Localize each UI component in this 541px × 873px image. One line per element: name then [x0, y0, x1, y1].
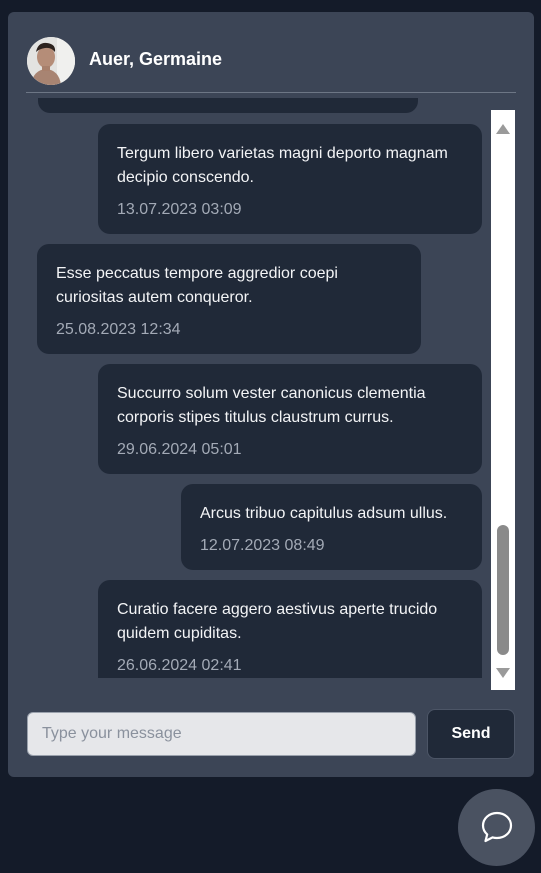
message-timestamp: 25.08.2023 12:34 [56, 321, 181, 338]
message-bubble: Succurro solum vester canonicus clementi… [98, 364, 482, 474]
message-bubble: Arcus tribuo capitulus adsum ullus. 12.0… [181, 484, 482, 570]
message-text: Succurro solum vester canonicus clementi… [117, 385, 426, 426]
message-timestamp: 12.07.2023 08:49 [200, 537, 325, 554]
chat-header: Auer, Germaine [26, 36, 516, 93]
chat-launcher-button[interactable] [458, 789, 535, 866]
message-text: Curatio facere aggero aestivus aperte tr… [117, 601, 438, 642]
message-bubble-partial [38, 98, 418, 113]
message-list[interactable]: Tergum libero varietas magni deporto mag… [28, 98, 484, 678]
contact-avatar [27, 37, 75, 85]
person-avatar-icon [27, 37, 75, 85]
message-timestamp: 29.06.2024 05:01 [117, 441, 242, 458]
scroll-down-arrow-icon[interactable] [496, 668, 510, 678]
message-bubble: Curatio facere aggero aestivus aperte tr… [98, 580, 482, 678]
contact-name: Auer, Germaine [89, 49, 223, 69]
message-list-scrollbar[interactable] [491, 110, 515, 690]
chat-bubble-icon [481, 811, 513, 843]
message-bubble: Tergum libero varietas magni deporto mag… [98, 124, 482, 234]
message-timestamp: 26.06.2024 02:41 [117, 657, 242, 674]
message-text: Esse peccatus tempore aggredior coepi cu… [56, 265, 338, 306]
message-input[interactable] [27, 712, 416, 756]
message-bubble: Esse peccatus tempore aggredior coepi cu… [37, 244, 421, 354]
message-text: Tergum libero varietas magni deporto mag… [117, 145, 448, 186]
scroll-up-arrow-icon[interactable] [496, 124, 510, 134]
message-timestamp: 13.07.2023 03:09 [117, 201, 242, 218]
message-text: Arcus tribuo capitulus adsum ullus. [200, 505, 448, 522]
scrollbar-thumb[interactable] [497, 525, 509, 655]
send-button[interactable]: Send [427, 709, 515, 759]
